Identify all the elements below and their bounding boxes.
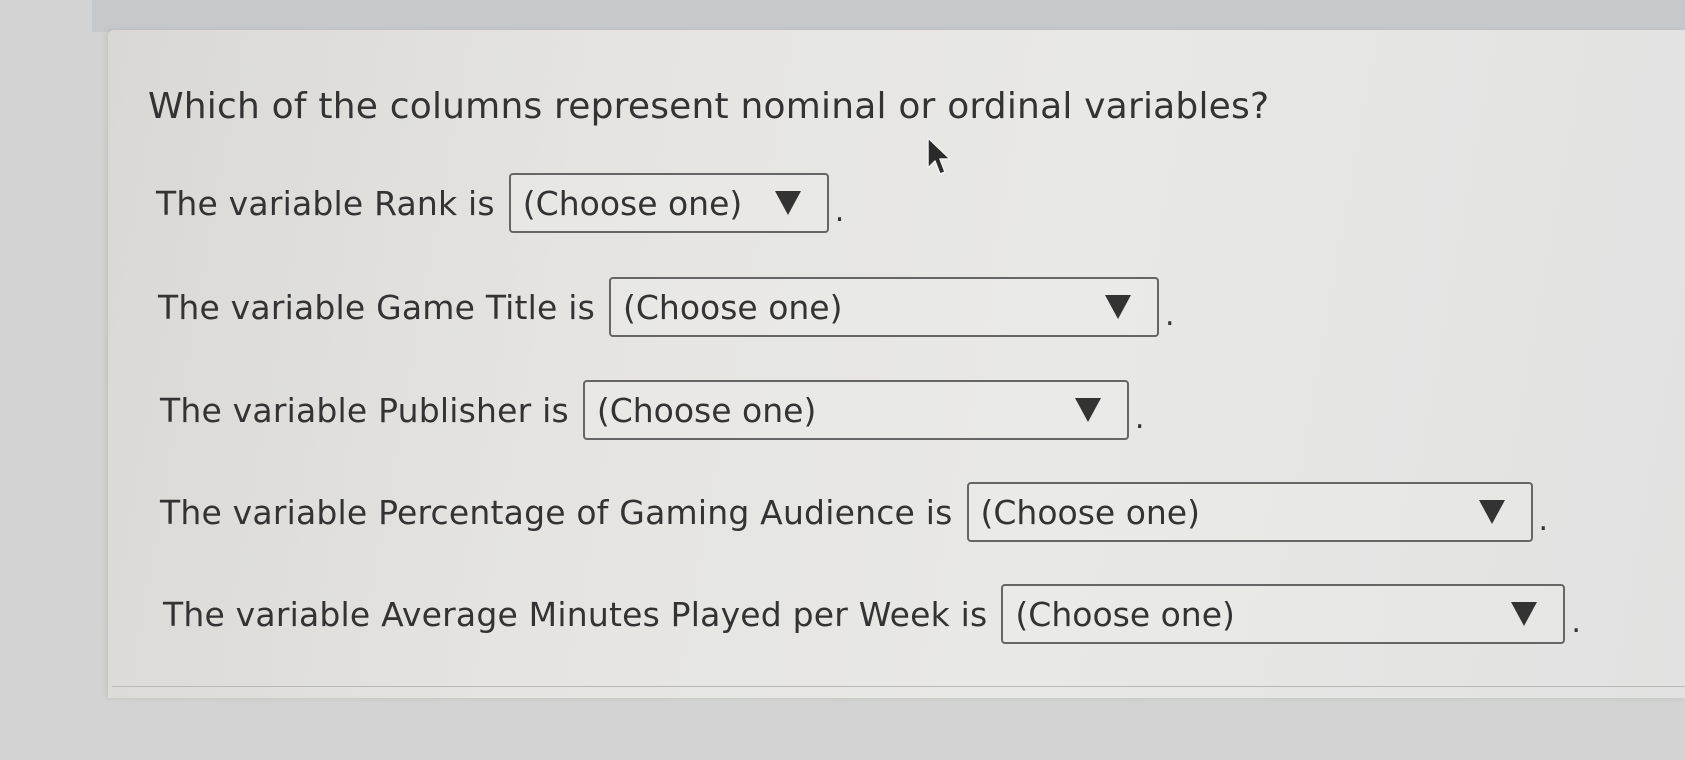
triangle-down-icon [774,191,801,215]
select-value: (Choose one) [1015,594,1235,634]
publisher-select[interactable]: (Choose one) [582,380,1129,440]
row-label: The variable Publisher is [160,390,569,430]
sentence-period: . [1134,400,1145,436]
row-average-minutes: The variable Average Minutes Played per … [163,584,1581,644]
sentence-period: . [834,193,845,229]
percentage-audience-select[interactable]: (Choose one) [966,482,1533,542]
select-value: (Choose one) [522,183,743,223]
row-percentage-audience: The variable Percentage of Gaming Audien… [160,482,1548,542]
row-label: The variable Game Title is [158,287,595,327]
top-band [92,0,1685,32]
row-label: The variable Average Minutes Played per … [163,594,988,634]
panel-divider [112,686,1685,687]
row-rank: The variable Rank is (Choose one) . [156,173,844,233]
triangle-down-icon [1478,500,1505,524]
triangle-down-icon [1074,398,1101,422]
select-value: (Choose one) [596,390,817,430]
mouse-pointer-icon [927,137,951,175]
sentence-period: . [1538,502,1549,538]
triangle-down-icon [1511,602,1538,626]
rank-select[interactable]: (Choose one) [508,173,829,233]
select-value: (Choose one) [980,492,1200,532]
sentence-period: . [1165,297,1175,333]
select-value: (Choose one) [623,287,843,327]
row-label: The variable Rank is [156,183,495,223]
row-publisher: The variable Publisher is (Choose one) . [160,380,1144,440]
sentence-period: . [1571,604,1581,640]
row-label: The variable Percentage of Gaming Audien… [160,492,953,532]
triangle-down-icon [1105,295,1131,319]
question-text: Which of the columns represent nominal o… [148,86,1270,127]
row-game-title: The variable Game Title is (Choose one) … [158,277,1175,337]
game-title-select[interactable]: (Choose one) [609,277,1159,337]
average-minutes-select[interactable]: (Choose one) [1001,584,1566,644]
